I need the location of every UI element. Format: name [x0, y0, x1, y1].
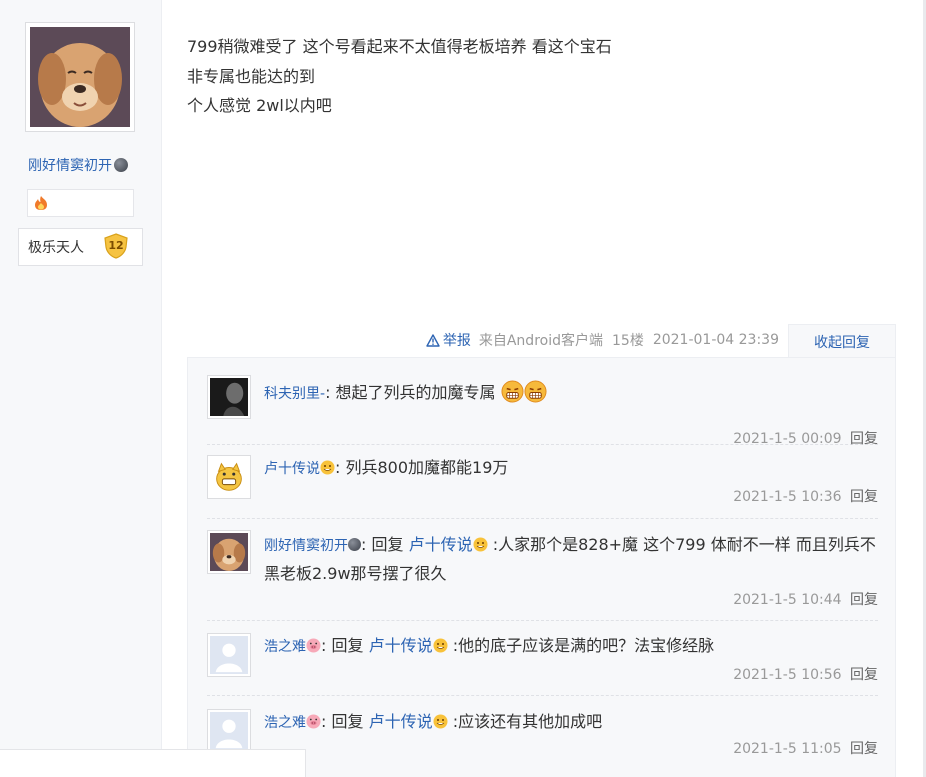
level-number: 12	[108, 239, 123, 252]
reply-avatar[interactable]	[207, 530, 251, 574]
cartoon-cat-avatar-icon	[210, 458, 248, 496]
reply-avatar[interactable]	[207, 455, 251, 499]
reply-text: 列兵800加魔都能19万	[345, 458, 509, 477]
warning-icon	[426, 333, 440, 347]
badge-icon-box	[27, 189, 134, 217]
reply-prefix: 回复	[331, 712, 364, 731]
puppy-avatar-icon	[210, 533, 248, 571]
grin-emoji-icon	[473, 537, 488, 552]
grimace-emoji-icon	[524, 380, 547, 403]
reply-button[interactable]: 回复	[850, 741, 878, 757]
reply-text: :应该还有其他加成吧	[452, 712, 603, 731]
reply-item: 刚好情窦初开: 回复 卢十传说 :人家那个是828+魔 这个799 体耐不一样 …	[207, 530, 878, 621]
reply-text: 想起了列兵的加魔专属	[335, 383, 496, 402]
reply-username[interactable]: 浩之难	[264, 639, 306, 655]
reply-prefix: 回复	[371, 535, 404, 554]
reply-button[interactable]: 回复	[850, 431, 878, 447]
reply-target-link[interactable]: 卢十传说	[409, 535, 473, 554]
reply-time: 2021-1-5 10:36	[733, 489, 842, 505]
reply-target-link[interactable]: 卢十传说	[369, 712, 433, 731]
reply-button[interactable]: 回复	[850, 592, 878, 608]
bottom-floating-bar	[0, 749, 306, 777]
post-line: 非专属也能达的到	[187, 66, 316, 86]
dark-portrait-avatar-icon	[210, 378, 248, 416]
reply-time: 2021-1-5 10:56	[733, 667, 842, 683]
level-badge: 极乐天人 12	[18, 228, 143, 266]
author-sidebar: 刚好情窦初开 极乐天人 12	[0, 0, 162, 777]
post-content: 799稍微难受了 这个号看起来不太值得老板培养 看这个宝石 非专属也能达的到 个…	[187, 32, 612, 121]
reply-avatar[interactable]	[207, 375, 251, 419]
reply-username[interactable]: 卢十传说	[264, 461, 320, 477]
reply-time: 2021-1-5 11:05	[733, 741, 842, 757]
pig-emoji-icon	[306, 714, 321, 729]
level-shield-icon: 12	[104, 233, 128, 259]
post-time: 2021-01-04 23:39	[652, 332, 779, 348]
flame-badge-icon[interactable]	[32, 195, 50, 211]
moon-icon	[348, 538, 361, 551]
reply-username[interactable]: 科夫别里-	[264, 386, 325, 402]
grin-emoji-icon	[433, 638, 448, 653]
default-user-avatar-icon	[210, 712, 248, 750]
reply-username[interactable]: 浩之难	[264, 715, 306, 731]
post-source: 来自Android客户端	[478, 333, 603, 349]
fold-replies-button[interactable]: 收起回复	[788, 324, 896, 358]
level-title: 极乐天人	[28, 240, 84, 256]
reply-username[interactable]: 刚好情窦初开	[264, 538, 348, 554]
reply-time: 2021-1-5 00:09	[733, 431, 842, 447]
reply-item: 科夫别里-: 想起了列兵的加魔专属 2021-1-5 00:09 回复	[207, 375, 878, 447]
reply-time: 2021-1-5 10:44	[733, 592, 842, 608]
moon-icon	[114, 158, 128, 172]
reply-avatar[interactable]	[207, 709, 251, 753]
reply-prefix: 回复	[331, 636, 364, 655]
reply-item: 浩之难: 回复 卢十传说 :他的底子应该是满的吧？法宝修经脉 2021-1-5 …	[207, 633, 878, 696]
reply-avatar[interactable]	[207, 633, 251, 677]
author-username[interactable]: 刚好情窦初开	[28, 155, 128, 175]
reply-list: 科夫别里-: 想起了列兵的加魔专属 2021-1-5 00:09 回复 卢十传说…	[187, 357, 896, 777]
post-line: 个人感觉 2wl以内吧	[187, 96, 332, 115]
reply-button[interactable]: 回复	[850, 667, 878, 683]
post-floor: 15楼	[612, 333, 644, 349]
post-line: 799稍微难受了 这个号看起来不太值得老板培养 看这个宝石	[187, 37, 612, 56]
reply-item: 卢十传说: 列兵800加魔都能19万 2021-1-5 10:36 回复	[207, 455, 878, 519]
puppy-avatar-icon	[30, 27, 130, 127]
reply-button[interactable]: 回复	[850, 489, 878, 505]
author-avatar[interactable]	[25, 22, 135, 132]
grimace-emoji-icon	[501, 380, 524, 403]
grin-emoji-icon	[433, 714, 448, 729]
grin-emoji-icon	[320, 460, 335, 475]
reply-item: 浩之难: 回复 卢十传说 :应该还有其他加成吧 2021-1-5 11:05 回…	[207, 709, 878, 769]
reply-target-link[interactable]: 卢十传说	[369, 636, 433, 655]
reply-text: :他的底子应该是满的吧？法宝修经脉	[452, 636, 715, 655]
default-user-avatar-icon	[210, 636, 248, 674]
pig-emoji-icon	[306, 638, 321, 653]
post-meta-bar: 举报 来自Android客户端 15楼 2021-01-04 23:39 收起回…	[426, 324, 896, 358]
report-link[interactable]: 举报	[426, 330, 471, 350]
